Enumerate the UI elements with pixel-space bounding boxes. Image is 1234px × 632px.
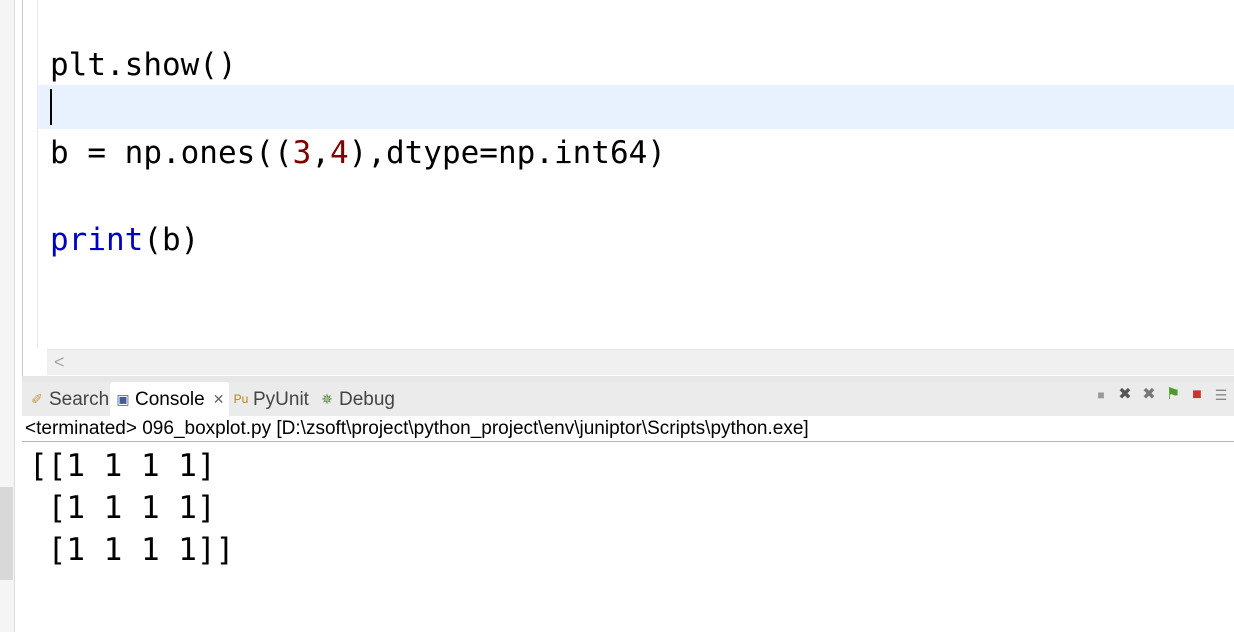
console-header: <terminated> 096_boxplot.py [D:\zsoft\pr…: [25, 418, 809, 439]
left-scroll-thumb[interactable]: [0, 487, 13, 580]
code-text: ),dtype=np.int64): [348, 135, 666, 171]
text-caret: [50, 89, 52, 125]
close-icon[interactable]: ✕: [213, 382, 225, 417]
tab-label: PyUnit: [253, 388, 309, 410]
pin-icon[interactable]: ⚑: [1164, 386, 1182, 404]
console-toolbar: ■ ✖ ✖ ⚑ ■ ☰: [1092, 384, 1234, 406]
console-output-line: [[1 1 1 1]: [29, 448, 216, 484]
tab-label: Debug: [339, 388, 395, 410]
console-tab-bar: ✐ Search ▣ Console ✕ Pu PyUnit ✵ Debug: [22, 382, 1234, 416]
debug-icon: ✵: [321, 390, 333, 407]
remove-launch-icon[interactable]: ✖: [1116, 386, 1134, 404]
code-number: 4: [329, 135, 349, 171]
horizontal-scrollbar[interactable]: <: [47, 349, 1234, 375]
tab-pyunit[interactable]: Pu PyUnit: [228, 382, 314, 416]
search-icon: ✐: [31, 390, 43, 407]
tab-search[interactable]: ✐ Search: [24, 382, 114, 416]
code-text: (b): [143, 222, 200, 258]
terminate-icon[interactable]: ■: [1092, 386, 1110, 404]
code-line-show[interactable]: plt.show(): [50, 43, 237, 87]
editor-gutter: [23, 0, 38, 348]
console-output-line: [1 1 1 1]: [29, 490, 216, 526]
code-line-ones[interactable]: b = np.ones((3,4),dtype=np.int64): [50, 131, 666, 175]
console-icon: ▣: [116, 390, 130, 407]
scroll-corner: [23, 349, 47, 374]
remove-all-icon[interactable]: ✖: [1140, 386, 1158, 404]
pyunit-icon: Pu: [233, 391, 249, 406]
tab-debug[interactable]: ✵ Debug: [314, 382, 400, 416]
code-text: ,: [311, 135, 330, 171]
code-text: b = np.ones((: [50, 135, 293, 171]
left-window-strip: [0, 0, 15, 632]
console-output-area[interactable]: <terminated> 096_boxplot.py [D:\zsoft\pr…: [22, 416, 1234, 632]
code-editor[interactable]: plt.show() b = np.ones((3,4),dtype=np.in…: [38, 0, 1234, 348]
tab-console[interactable]: ▣ Console ✕: [110, 382, 230, 417]
tab-label: Console: [135, 388, 205, 410]
open-console-icon[interactable]: ☰: [1212, 386, 1230, 404]
console-output-line: [1 1 1 1]]: [29, 532, 235, 568]
code-keyword: print: [50, 222, 144, 258]
scroll-left-arrow-icon[interactable]: <: [54, 352, 65, 372]
code-number: 3: [292, 135, 312, 171]
console-divider: [22, 441, 1234, 442]
current-line-highlight: [38, 85, 1234, 129]
display-selected-console-icon[interactable]: ■: [1188, 386, 1206, 404]
tab-label: Search: [49, 388, 110, 410]
code-text: plt.show(): [50, 47, 237, 83]
code-line-print[interactable]: print(b): [50, 218, 199, 262]
